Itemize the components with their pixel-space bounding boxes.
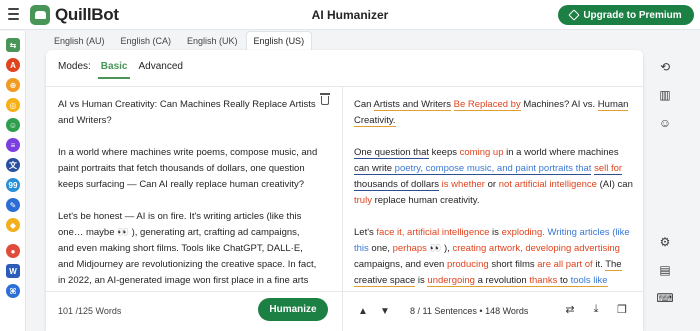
output-segment: Let's	[354, 227, 377, 238]
mode-advanced[interactable]: Advanced	[138, 61, 182, 72]
translator-icon[interactable]: 文	[6, 158, 20, 172]
modes-bar: Modes: Basic Advanced	[58, 61, 194, 79]
output-segment[interactable]: not artificial intelligence	[499, 179, 597, 190]
upgrade-label: Upgrade to Premium	[583, 9, 682, 21]
diamond-icon	[568, 9, 580, 21]
history-icon[interactable]: ⟲	[658, 60, 672, 74]
settings-icon[interactable]: ⚙	[658, 235, 672, 249]
premium-icon[interactable]: ◆	[6, 218, 20, 232]
chrome-extension-icon[interactable]: ●	[6, 244, 20, 258]
plagiarism-checker-icon[interactable]: ◎	[6, 98, 20, 112]
left-sidebar: ⇆ A ⊕ ◎ ☺ ≡ 文 99 ✎ ◆ ● W ⌘	[0, 31, 26, 331]
word-addin-icon[interactable]: W	[6, 264, 20, 278]
right-sidebar: ⟲ ▥ ☺ ⚙ ▤ ⌨	[650, 50, 680, 320]
output-segment: campaigns, and even	[354, 259, 447, 270]
summarizer-icon[interactable]: ≡	[6, 138, 20, 152]
input-textarea[interactable]: AI vs Human Creativity: Can Machines Rea…	[58, 97, 318, 291]
output-segment: Machines? AI vs.	[520, 99, 598, 110]
compare-icon[interactable]: ⇄	[564, 303, 576, 316]
output-segment[interactable]: creating artwork, developing advertising	[452, 243, 619, 254]
divider	[46, 291, 643, 292]
output-segment[interactable]: poetry, compose music, and paint portrai…	[394, 163, 592, 175]
output-segment: thousands of dollars	[354, 179, 440, 191]
output-segment[interactable]: undergoing	[427, 275, 475, 287]
output-segment: or	[484, 179, 499, 190]
feedback-icon[interactable]: ▤	[658, 263, 672, 277]
output-paragraph: Let's face it, artificial intelligence i…	[354, 225, 634, 291]
output-segment: can write	[354, 163, 395, 175]
input-paragraph: Let's be honest — AI is on fire. It's wr…	[58, 211, 317, 286]
output-segment[interactable]: exploding.	[502, 227, 545, 238]
output-segment: short films	[488, 259, 538, 270]
output-segment: Artists and Writers	[373, 99, 451, 111]
output-paragraph: Can Artists and Writers Be Replaced by M…	[354, 97, 634, 129]
output-segment: one,	[368, 243, 393, 254]
output-segment: keeps	[429, 147, 460, 158]
editor-panel: Modes: Basic Advanced AI vs Human Creati…	[46, 50, 643, 331]
ai-humanizer-icon[interactable]: ☺	[6, 118, 20, 132]
tab-english-au[interactable]: English (AU)	[46, 31, 113, 50]
output-stats: 8 / 11 Sentences • 148 Words	[410, 306, 528, 316]
humanize-button[interactable]: Humanize	[258, 298, 328, 321]
output-segment[interactable]: Be Replaced by	[453, 99, 521, 111]
citation-generator-icon[interactable]: 99	[6, 178, 20, 192]
output-segment: in a world where machines	[503, 147, 619, 158]
tone-icon[interactable]: ☺	[658, 116, 672, 130]
output-segment[interactable]: thanks	[529, 275, 558, 287]
mode-basic[interactable]: Basic	[97, 61, 131, 79]
divider	[46, 86, 643, 87]
output-segment[interactable]: coming up	[460, 147, 504, 158]
output-segment: 👀 ),	[426, 243, 453, 254]
keyboard-shortcuts-icon[interactable]: ⌨	[656, 291, 673, 305]
tab-english-uk[interactable]: English (UK)	[179, 31, 246, 50]
output-segment: One question that	[354, 147, 429, 159]
chevron-up-icon[interactable]: ▲	[358, 306, 368, 317]
output-segment: a revolution	[474, 275, 530, 287]
output-segment: to	[557, 275, 571, 287]
output-segment: it.	[592, 259, 606, 270]
output-segment: replace human creativity.	[371, 195, 480, 206]
output-segment[interactable]: are all part of	[537, 259, 592, 270]
input-paragraph: AI vs Human Creativity: Can Machines Rea…	[58, 99, 316, 126]
output-segment[interactable]: sell for	[594, 163, 623, 175]
mac-app-icon[interactable]: ⌘	[6, 284, 20, 298]
output-paragraph: One question that keeps coming up in a w…	[354, 145, 634, 209]
top-bar: QuillBot AI Humanizer Upgrade to Premium	[0, 0, 700, 30]
tab-english-us[interactable]: English (US)	[245, 31, 313, 50]
modes-label: Modes:	[58, 61, 91, 72]
output-segment[interactable]: truly	[354, 195, 372, 206]
chevron-down-icon[interactable]: ▼	[380, 306, 390, 317]
sentence-count: 8 / 11 Sentences	[410, 306, 477, 316]
divider	[342, 87, 343, 331]
statistics-icon[interactable]: ▥	[658, 88, 672, 102]
output-segment: is	[489, 227, 502, 238]
tab-english-ca[interactable]: English (CA)	[113, 31, 180, 50]
output-segment[interactable]: perhaps	[393, 243, 427, 254]
download-icon[interactable]: ⤓	[590, 303, 602, 315]
language-tabs: English (AU) English (CA) English (UK) E…	[46, 31, 313, 50]
output-segment[interactable]: is whether	[442, 179, 485, 190]
output-word-count: 148 Words	[485, 306, 529, 316]
copy-icon[interactable]: ❐	[616, 303, 628, 316]
paraphraser-icon[interactable]: ⇆	[6, 38, 20, 52]
ai-detector-icon[interactable]: ⊕	[6, 78, 20, 92]
output-segment: is	[415, 275, 428, 286]
output-segment[interactable]: producing	[447, 259, 489, 270]
output-segment: Can	[354, 99, 374, 110]
trash-icon[interactable]	[320, 93, 330, 105]
grammar-checker-icon[interactable]: A	[6, 58, 20, 72]
flow-icon[interactable]: ✎	[6, 198, 20, 212]
input-paragraph: In a world where machines write poems, c…	[58, 147, 318, 190]
input-word-count: 101 /125 Words	[58, 306, 122, 316]
upgrade-button[interactable]: Upgrade to Premium	[558, 5, 694, 25]
output-segment[interactable]: face it, artificial intelligence	[376, 227, 489, 238]
output-text[interactable]: Can Artists and Writers Be Replaced by M…	[354, 97, 634, 291]
output-segment: (AI) can	[596, 179, 633, 190]
